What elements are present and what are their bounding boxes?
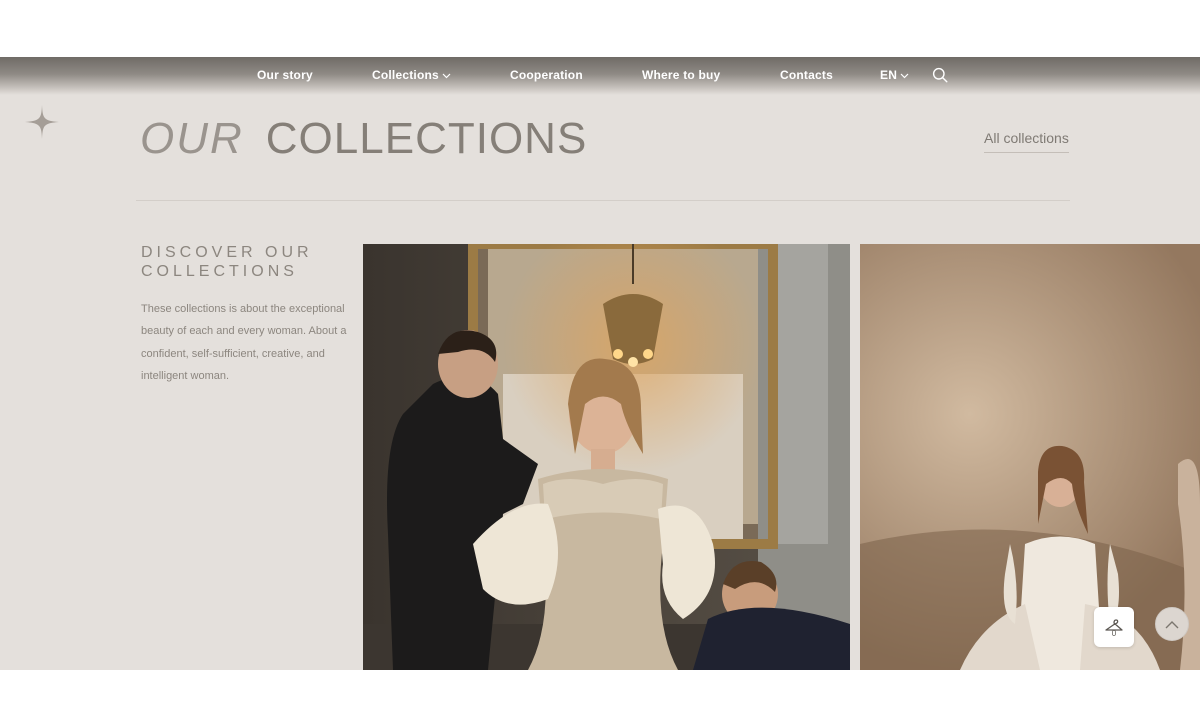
header-bar: Our story Collections Cooperation Where …	[0, 57, 1200, 95]
nav-cooperation[interactable]: Cooperation	[510, 68, 583, 82]
discover-heading-line1: DISCOVER OUR	[141, 244, 313, 261]
nav-collections[interactable]: Collections	[372, 68, 451, 82]
fitting-photo-illustration	[363, 244, 850, 670]
page-viewport: Our story Collections Cooperation Where …	[0, 57, 1200, 670]
search-icon[interactable]	[932, 67, 948, 83]
all-collections-link[interactable]: All collections	[984, 130, 1069, 153]
page-title-light: OUR	[140, 114, 244, 163]
nav-where-to-buy[interactable]: Where to buy	[642, 68, 720, 82]
page-title-bold: COLLECTIONS	[265, 114, 588, 163]
discover-heading-line2: COLLECTIONS	[141, 263, 298, 280]
collection-photo-bride[interactable]	[860, 244, 1200, 670]
bride-photo-illustration	[860, 244, 1200, 670]
chevron-down-icon	[900, 73, 909, 79]
chevron-down-icon	[442, 73, 451, 79]
collection-photo-fitting[interactable]	[363, 244, 850, 670]
chevron-up-icon	[1165, 620, 1179, 628]
hanger-icon: 0	[1105, 619, 1123, 638]
discover-description: These collections is about the exception…	[141, 303, 347, 383]
wishlist-count: 0	[1112, 629, 1117, 638]
wishlist-button[interactable]: 0	[1094, 607, 1134, 647]
nav-collections-label: Collections	[372, 68, 439, 82]
sparkle-star-icon	[25, 105, 59, 139]
main-nav: Our story Collections Cooperation Where …	[0, 57, 1200, 93]
section-divider	[136, 200, 1070, 201]
language-label: EN	[880, 68, 898, 82]
discover-heading: DISCOVER OUR COLLECTIONS	[141, 243, 361, 281]
scroll-to-top-button[interactable]	[1155, 607, 1189, 641]
page-title: OUR COLLECTIONS	[140, 113, 587, 164]
nav-our-story[interactable]: Our story	[257, 68, 313, 82]
nav-contacts[interactable]: Contacts	[780, 68, 833, 82]
language-selector[interactable]: EN	[880, 68, 909, 82]
